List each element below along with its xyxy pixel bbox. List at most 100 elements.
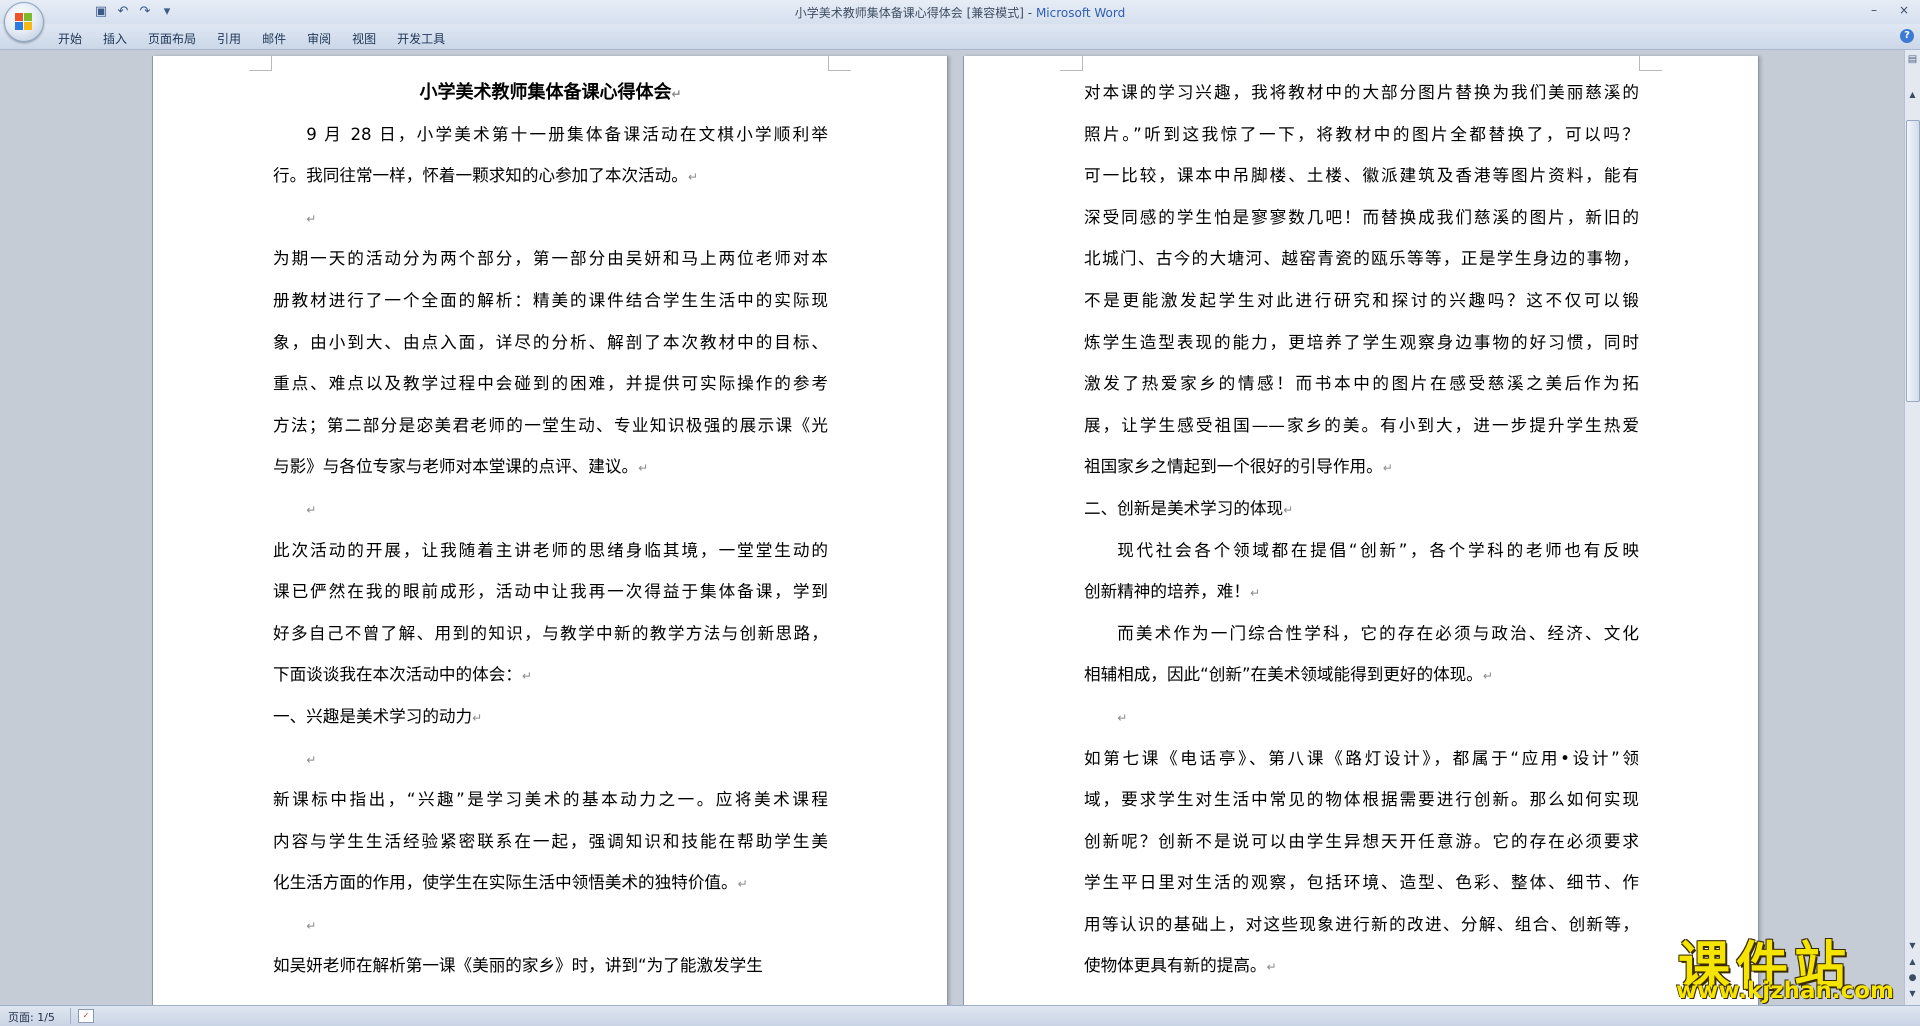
- line-text: 方法；第二部分是宓美君老师的一堂生动、专业知识极强的展示课《光: [273, 415, 828, 435]
- margin-corner-mark: [1639, 56, 1662, 71]
- scroll-thumb[interactable]: [1906, 120, 1920, 402]
- document-line[interactable]: 好多自己不曾了解、用到的知识，与教学中新的教学方法与创新思路，: [273, 613, 828, 655]
- document-line[interactable]: 课已俨然在我的眼前成形，活动中让我再一次得益于集体备课，学到: [273, 571, 828, 613]
- document-line[interactable]: ↵: [273, 488, 828, 530]
- document-line[interactable]: 学生平日里对生活的观察，包括环境、造型、色彩、整体、细节、作: [1084, 862, 1639, 904]
- previous-page-icon[interactable]: ▲: [1906, 957, 1919, 971]
- document-line[interactable]: 照片。”听到这我惊了一下，将教材中的图片全都替换了，可以吗？: [1084, 114, 1639, 156]
- help-icon[interactable]: ?: [1900, 29, 1914, 43]
- document-line[interactable]: 用等认识的基础上，对这些现象进行新的改进、分解、组合、创新等，: [1084, 904, 1639, 946]
- document-line[interactable]: 二、创新是美术学习的体现↵: [1084, 488, 1639, 530]
- paragraph-mark-icon: ↵: [306, 502, 317, 517]
- line-text: 用等认识的基础上，对这些现象进行新的改进、分解、组合、创新等，: [1084, 914, 1639, 934]
- line-text: 内容与学生生活经验紧密联系在一起，强调知识和技能在帮助学生美: [273, 831, 828, 851]
- minimize-button[interactable]: –: [1864, 1, 1884, 19]
- tab-insert[interactable]: 插入: [95, 30, 140, 47]
- document-line[interactable]: ↵: [273, 738, 828, 780]
- document-line[interactable]: 内容与学生生活经验紧密联系在一起，强调知识和技能在帮助学生美: [273, 821, 828, 863]
- document-line[interactable]: 9 月 28 日，小学美术第十一册集体备课活动在文棋小学顺利举: [273, 114, 828, 156]
- document-line[interactable]: 下面谈谈我在本次活动中的体会：↵: [273, 654, 828, 696]
- document-line[interactable]: 相辅相成，因此“创新”在美术领域能得到更好的体现。↵: [1084, 654, 1639, 696]
- document-line[interactable]: 祖国家乡之情起到一个很好的引导作用。↵: [1084, 446, 1639, 488]
- page-1-text[interactable]: 小学美术教师集体备课心得体会↵ 9 月 28 日，小学美术第十一册集体备课活动在文…: [273, 72, 828, 987]
- margin-corner-mark: [1060, 56, 1083, 71]
- document-line[interactable]: 不是更能激发起学生对此进行研究和探讨的兴趣吗？这不仅可以锻: [1084, 280, 1639, 322]
- document-line[interactable]: 北城门、古今的大塘河、越窑青瓷的瓯乐等等，正是学生身边的事物，: [1084, 238, 1639, 280]
- document-line[interactable]: 展，让学生感受祖国——家乡的美。有小到大，进一步提升学生热爱: [1084, 405, 1639, 447]
- document-line[interactable]: 方法；第二部分是宓美君老师的一堂生动、专业知识极强的展示课《光: [273, 405, 828, 447]
- document-line[interactable]: 一、兴趣是美术学习的动力↵: [273, 696, 828, 738]
- tab-mailings[interactable]: 邮件: [254, 30, 299, 47]
- office-button[interactable]: [4, 2, 44, 42]
- document-line[interactable]: 如第七课《电话亭》、第八课《路灯设计》，都属于“应用•设计”领: [1084, 738, 1639, 780]
- next-page-icon[interactable]: ▼: [1906, 989, 1919, 1003]
- paragraph-mark-icon: ↵: [521, 669, 532, 684]
- line-text: 照片。”听到这我惊了一下，将教材中的图片全都替换了，可以吗？: [1084, 124, 1639, 144]
- line-text: 北城门、古今的大塘河、越窑青瓷的瓯乐等等，正是学生身边的事物，: [1084, 249, 1639, 269]
- line-text: 下面谈谈我在本次活动中的体会：: [273, 665, 522, 685]
- document-line[interactable]: 象，由小到大、由点入面，详尽的分析、解剖了本次教材中的目标、: [273, 322, 828, 364]
- line-text: 相辅相成，因此“创新”在美术领域能得到更好的体现。: [1084, 665, 1483, 685]
- document-line[interactable]: 创新精神的培养，难！↵: [1084, 571, 1639, 613]
- view-ruler-icon[interactable]: ▤: [1906, 54, 1919, 67]
- document-line[interactable]: 为期一天的活动分为两个部分，第一部分由吴妍和马上两位老师对本: [273, 238, 828, 280]
- document-line[interactable]: ↵: [1084, 696, 1639, 738]
- line-text: 学生平日里对生活的观察，包括环境、造型、色彩、整体、细节、作: [1084, 873, 1639, 893]
- document-line[interactable]: 与影》与各位专家与老师对本堂课的点评、建议。↵: [273, 446, 828, 488]
- document-line[interactable]: 行。我同往常一样，怀着一颗求知的心参加了本次活动。↵: [273, 155, 828, 197]
- tab-references[interactable]: 引用: [209, 30, 254, 47]
- document-line[interactable]: 深受同感的学生怕是寥寥数几吧！而替换成我们慈溪的图片，新旧的: [1084, 197, 1639, 239]
- line-text: 与影》与各位专家与老师对本堂课的点评、建议。: [273, 457, 639, 477]
- line-text: 新课标中指出，“兴趣”是学习美术的基本动力之一。应将美术课程: [273, 790, 828, 810]
- document-line[interactable]: 新课标中指出，“兴趣”是学习美术的基本动力之一。应将美术课程: [273, 779, 828, 821]
- document-page-2[interactable]: 对本课的学习兴趣，我将教材中的大部分图片替换为我们美丽慈溪的 照片。”听到这我惊了…: [963, 56, 1759, 1005]
- document-line[interactable]: 而美术作为一门综合性学科，它的存在必须与政治、经济、文化: [1084, 613, 1639, 655]
- document-line[interactable]: 可一比较，课本中吊脚楼、土楼、徽派建筑及香港等图片资料，能有: [1084, 155, 1639, 197]
- tab-home[interactable]: 开始: [50, 30, 95, 47]
- document-line[interactable]: 使物体更具有新的提高。↵: [1084, 945, 1639, 987]
- line-text: 重点、难点以及教学过程中会碰到的困难，并提供可实际操作的参考: [273, 374, 828, 394]
- close-button[interactable]: ×: [1894, 1, 1914, 19]
- browse-object-icon[interactable]: ●: [1906, 973, 1919, 987]
- document-line[interactable]: ↵: [273, 197, 828, 239]
- document-line[interactable]: ↵: [273, 904, 828, 946]
- document-line[interactable]: 小学美术教师集体备课心得体会↵: [273, 72, 828, 114]
- paragraph-mark-icon: ↵: [737, 877, 748, 892]
- line-text: 深受同感的学生怕是寥寥数几吧！而替换成我们慈溪的图片，新旧的: [1084, 207, 1639, 227]
- document-line[interactable]: 此次活动的开展，让我随着主讲老师的思绪身临其境，一堂堂生动的: [273, 530, 828, 572]
- watermark-url: www.kjzhan.com: [1676, 978, 1894, 1004]
- document-line[interactable]: 化生活方面的作用，使学生在实际生活中领悟美术的独特价值。↵: [273, 862, 828, 904]
- tab-developer[interactable]: 开发工具: [389, 30, 458, 47]
- window-controls: – ×: [1864, 1, 1914, 19]
- line-text: 创新精神的培养，难！: [1084, 582, 1250, 602]
- line-text: 现代社会各个领域都在提倡“创新”，各个学科的老师也有反映: [1117, 540, 1639, 560]
- document-line[interactable]: 激发了热爱家乡的情感！而书本中的图片在感受慈溪之美后作为拓: [1084, 363, 1639, 405]
- tab-review[interactable]: 审阅: [299, 30, 344, 47]
- document-line[interactable]: 如吴妍老师在解析第一课《美丽的家乡》时，讲到“为了能激发学生: [273, 945, 828, 987]
- paragraph-mark-icon: ↵: [1382, 461, 1393, 476]
- document-line[interactable]: 现代社会各个领域都在提倡“创新”，各个学科的老师也有反映: [1084, 530, 1639, 572]
- line-text: 二、创新是美术学习的体现: [1084, 498, 1284, 518]
- page-2-text[interactable]: 对本课的学习兴趣，我将教材中的大部分图片替换为我们美丽慈溪的 照片。”听到这我惊了…: [1084, 72, 1639, 987]
- line-text: 对本课的学习兴趣，我将教材中的大部分图片替换为我们美丽慈溪的: [1084, 83, 1639, 102]
- scroll-up-icon[interactable]: ▲: [1906, 88, 1919, 102]
- document-line[interactable]: 对本课的学习兴趣，我将教材中的大部分图片替换为我们美丽慈溪的: [1084, 72, 1639, 114]
- document-line[interactable]: 创新呢？创新不是说可以由学生异想天开任意游。它的存在必须要求: [1084, 821, 1639, 863]
- page-count-status[interactable]: 页面: 1/5: [8, 1009, 55, 1025]
- margin-corner-mark: [828, 56, 851, 71]
- title-separator: -: [1023, 6, 1036, 20]
- proofing-status-icon[interactable]: ✓: [78, 1009, 94, 1023]
- document-line[interactable]: 炼学生造型表现的能力，更培养了学生观察身边事物的好习惯，同时: [1084, 322, 1639, 364]
- document-line[interactable]: 域，要求学生对生活中常见的物体根据需要进行创新。那么如何实现: [1084, 779, 1639, 821]
- ribbon: 开始 插入 页面布局 引用 邮件 审阅 视图 开发工具 ?: [0, 24, 1920, 50]
- tab-view[interactable]: 视图: [344, 30, 389, 47]
- scroll-down-icon[interactable]: ▼: [1906, 939, 1919, 953]
- line-text: 册教材进行了一个全面的解析：精美的课件结合学生生活中的实际现: [273, 290, 828, 310]
- document-line[interactable]: 册教材进行了一个全面的解析：精美的课件结合学生生活中的实际现: [273, 280, 828, 322]
- line-text: 而美术作为一门综合性学科，它的存在必须与政治、经济、文化: [1117, 623, 1639, 643]
- document-line[interactable]: 重点、难点以及教学过程中会碰到的困难，并提供可实际操作的参考: [273, 363, 828, 405]
- status-separator: [70, 1008, 71, 1024]
- tab-page-layout[interactable]: 页面布局: [140, 30, 209, 47]
- vertical-scrollbar[interactable]: ▤ ▲ ▼ ▲ ● ▼: [1904, 50, 1920, 1005]
- document-page-1[interactable]: 小学美术教师集体备课心得体会↵ 9 月 28 日，小学美术第十一册集体备课活动在文…: [152, 56, 948, 1005]
